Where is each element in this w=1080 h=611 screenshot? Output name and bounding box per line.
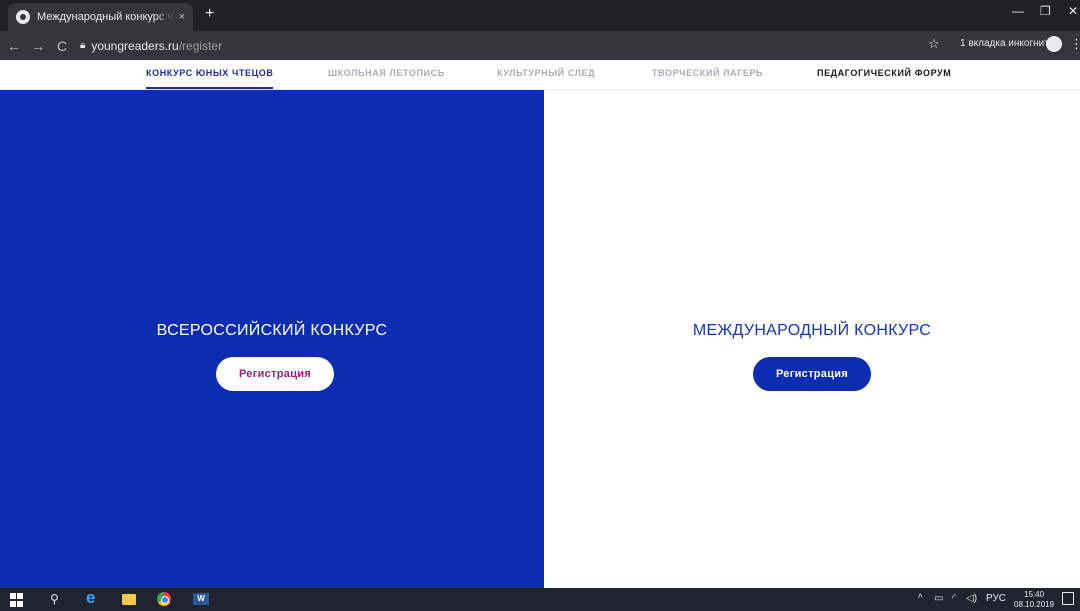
nav-item-young-readers[interactable]: КОНКУРС ЮНЫХ ЧТЕЦОВ [146, 60, 274, 89]
windows-start-icon[interactable] [10, 593, 23, 608]
all-russian-contest-panel: ВСЕРОССИЙСКИЙ КОНКУРС Регистрация [0, 90, 544, 588]
volume-icon[interactable]: ◁) [966, 593, 977, 604]
incognito-icon[interactable] [1046, 36, 1062, 52]
address-bar[interactable]: 🔒︎ youngreaders.ru/register [80, 34, 990, 57]
edge-browser-icon[interactable]: e [86, 588, 100, 607]
notification-icon[interactable] [1062, 592, 1074, 605]
new-tab-button[interactable]: + [205, 5, 214, 23]
language-indicator[interactable]: РУС [986, 593, 1006, 604]
battery-icon[interactable]: ▭ [934, 593, 943, 604]
international-contest-panel: МЕЖДУНАРОДНЫЙ КОНКУРС Регистрация [544, 90, 1080, 588]
lock-icon: 🔒︎ [80, 40, 86, 51]
clock-time: 15:40 [1024, 590, 1045, 599]
search-icon[interactable]: ⚲ [50, 592, 62, 607]
url-host: youngreaders.ru [91, 38, 179, 53]
browser-menu-icon[interactable]: ⋮ [1070, 36, 1080, 52]
tray-chevron-icon[interactable]: ^ [918, 593, 923, 604]
maximize-button[interactable]: ❐ [1040, 4, 1051, 18]
bookmark-star-icon[interactable]: ☆ [928, 36, 940, 52]
browser-tab[interactable]: Международный конкурс чтец × [8, 3, 193, 31]
url-path: /register [178, 38, 223, 53]
minimize-button[interactable]: — [1012, 4, 1024, 18]
all-russian-contest-title: ВСЕРОССИЙСКИЙ КОНКУРС [156, 322, 388, 339]
site-favicon-icon [16, 10, 30, 24]
close-window-button[interactable]: ✕ [1068, 4, 1078, 18]
nav-item-pedagogical-forum[interactable]: ПЕДАГОГИЧЕСКИЙ ФОРУМ [817, 60, 951, 90]
browser-toolbar: ← → C 🔒︎ youngreaders.ru/register [0, 31, 1080, 60]
file-explorer-icon[interactable] [122, 594, 136, 605]
wifi-icon[interactable]: ◜ [952, 593, 956, 604]
all-russian-register-button[interactable]: Регистрация [216, 357, 334, 391]
international-register-button[interactable]: Регистрация [753, 357, 871, 391]
international-contest-title: МЕЖДУНАРОДНЫЙ КОНКУРС [692, 322, 932, 339]
clock-date: 08.10.2019 [1014, 600, 1055, 609]
forward-arrow-icon[interactable]: → [28, 38, 48, 54]
chrome-icon[interactable] [157, 592, 171, 606]
tab-close-icon[interactable]: × [179, 11, 185, 23]
reload-icon[interactable]: C [52, 38, 72, 54]
nav-item-school-chronicle[interactable]: ШКОЛЬНАЯ ЛЕТОПИСЬ [328, 60, 445, 90]
nav-item-creative-camp[interactable]: ТВОРЧЕСКИЙ ЛАГЕРЬ [652, 60, 763, 90]
incognito-label[interactable]: 1 вкладка инкогнито [960, 38, 1054, 49]
back-arrow-icon[interactable]: ← [4, 38, 24, 54]
site-navigation: КОНКУРС ЮНЫХ ЧТЕЦОВ ШКОЛЬНАЯ ЛЕТОПИСЬ КУ… [0, 60, 1080, 90]
browser-tab-bar: Международный конкурс чтец × + — ❐ ✕ [0, 0, 1080, 31]
windows-taskbar: ⚲ e W ^ ▭ ◜ ◁) РУС 15:40 08.10.2019 [0, 588, 1080, 611]
tab-title: Международный конкурс чтец [37, 11, 175, 23]
word-icon[interactable]: W [193, 593, 209, 605]
nav-item-cultural-trace[interactable]: КУЛЬТУРНЫЙ СЛЕД [497, 60, 595, 90]
system-clock[interactable]: 15:40 08.10.2019 [1014, 590, 1054, 610]
